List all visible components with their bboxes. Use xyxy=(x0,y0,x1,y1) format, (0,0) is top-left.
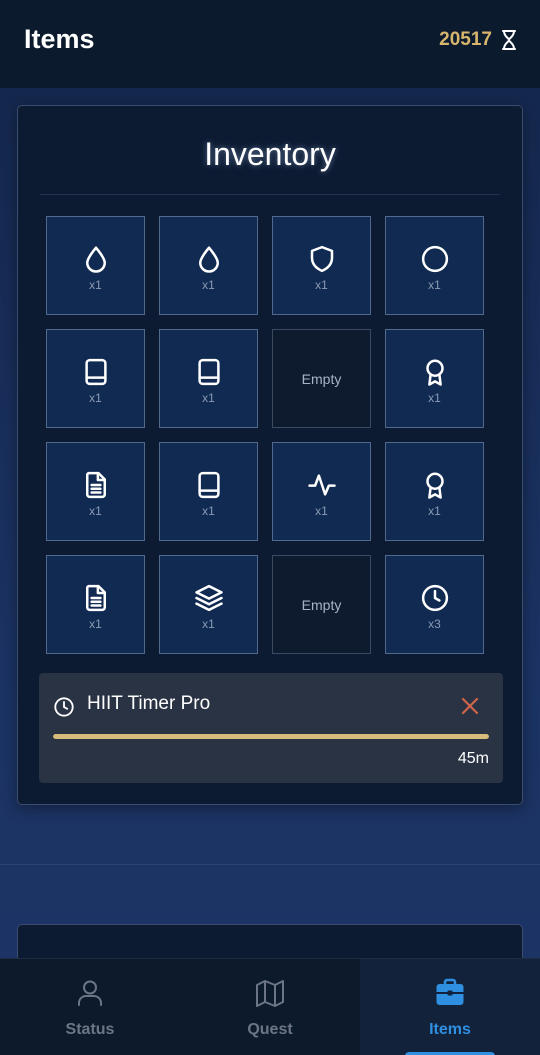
active-item-progress xyxy=(53,734,489,739)
hourglass-icon xyxy=(502,30,516,50)
book-icon xyxy=(81,357,111,387)
item-quantity: x3 xyxy=(428,616,441,631)
inventory-panel: Inventory x1 x1 x1 x1 x1 x1 Empty x1 x1 x1 x1 x1 x1 x… xyxy=(17,105,523,805)
shield-icon xyxy=(307,244,337,274)
inventory-slot[interactable]: x1 xyxy=(272,442,371,541)
section-divider xyxy=(0,864,540,865)
item-quantity: x1 xyxy=(202,277,215,292)
page-title: Items xyxy=(24,23,95,54)
inventory-slot[interactable]: x1 xyxy=(46,555,145,654)
item-quantity: x1 xyxy=(428,390,441,405)
currency-display: 20517 xyxy=(439,29,516,51)
inventory-slot-empty[interactable]: Empty xyxy=(272,329,371,428)
item-quantity: x1 xyxy=(202,503,215,518)
empty-slot-label: Empty xyxy=(301,370,342,387)
user-icon xyxy=(74,977,106,1009)
briefcase-icon xyxy=(434,977,466,1009)
tab-quest[interactable]: Quest xyxy=(180,959,360,1055)
inventory-slot[interactable]: x1 xyxy=(159,329,258,428)
active-item-card: HIIT Timer Pro 45m xyxy=(39,673,503,783)
tab-items[interactable]: Items xyxy=(360,959,540,1055)
inventory-title: Inventory xyxy=(204,136,336,172)
inventory-slot[interactable]: x1 xyxy=(385,442,484,541)
item-quantity: x1 xyxy=(89,503,102,518)
drop-icon xyxy=(194,244,224,274)
item-quantity: x1 xyxy=(315,277,328,292)
document-icon xyxy=(81,583,111,613)
inventory-slot[interactable]: x1 xyxy=(385,216,484,315)
book-icon xyxy=(194,357,224,387)
empty-slot-label: Empty xyxy=(301,596,342,613)
item-quantity: x1 xyxy=(89,390,102,405)
award-icon xyxy=(420,470,450,500)
inventory-slot[interactable]: x3 xyxy=(385,555,484,654)
bottom-tab-bar: Status Quest Items xyxy=(0,958,540,1055)
tab-label: Status xyxy=(65,1021,115,1038)
drop-icon xyxy=(81,244,111,274)
item-quantity: x1 xyxy=(202,390,215,405)
active-item-duration: 45m xyxy=(457,750,489,767)
item-quantity: x1 xyxy=(428,277,441,292)
item-quantity: x1 xyxy=(89,616,102,631)
progress-fill xyxy=(53,734,489,739)
inventory-slot[interactable]: x1 xyxy=(272,216,371,315)
layers-icon xyxy=(194,583,224,613)
tab-status[interactable]: Status xyxy=(0,959,180,1055)
item-quantity: x1 xyxy=(89,277,102,292)
item-quantity: x1 xyxy=(315,503,328,518)
top-header: Items 20517 xyxy=(0,0,540,88)
inventory-slot[interactable]: x1 xyxy=(159,216,258,315)
inventory-slot[interactable]: x1 xyxy=(385,329,484,428)
circle-icon xyxy=(420,244,450,274)
inventory-slot[interactable]: x1 xyxy=(46,442,145,541)
coin-balance: 20517 xyxy=(439,29,492,50)
inventory-slot[interactable]: x1 xyxy=(159,442,258,541)
inventory-slot[interactable]: x1 xyxy=(159,555,258,654)
map-icon xyxy=(254,977,286,1009)
close-icon[interactable] xyxy=(459,695,481,717)
active-item-name: HIIT Timer Pro xyxy=(87,693,211,714)
document-icon xyxy=(81,470,111,500)
clock-icon xyxy=(54,697,74,717)
divider xyxy=(40,194,500,195)
book-icon xyxy=(194,470,224,500)
tab-label: Items xyxy=(429,1021,471,1038)
inventory-slot[interactable]: x1 xyxy=(46,329,145,428)
activity-icon xyxy=(307,470,337,500)
tab-label: Quest xyxy=(247,1021,293,1038)
inventory-grid: x1 x1 x1 x1 x1 x1 Empty x1 x1 x1 x1 x1 x1 x1 Empty x3 xyxy=(46,216,484,654)
item-quantity: x1 xyxy=(202,616,215,631)
inventory-slot-empty[interactable]: Empty xyxy=(272,555,371,654)
clock-icon xyxy=(420,583,450,613)
item-quantity: x1 xyxy=(428,503,441,518)
award-icon xyxy=(420,357,450,387)
inventory-slot[interactable]: x1 xyxy=(46,216,145,315)
